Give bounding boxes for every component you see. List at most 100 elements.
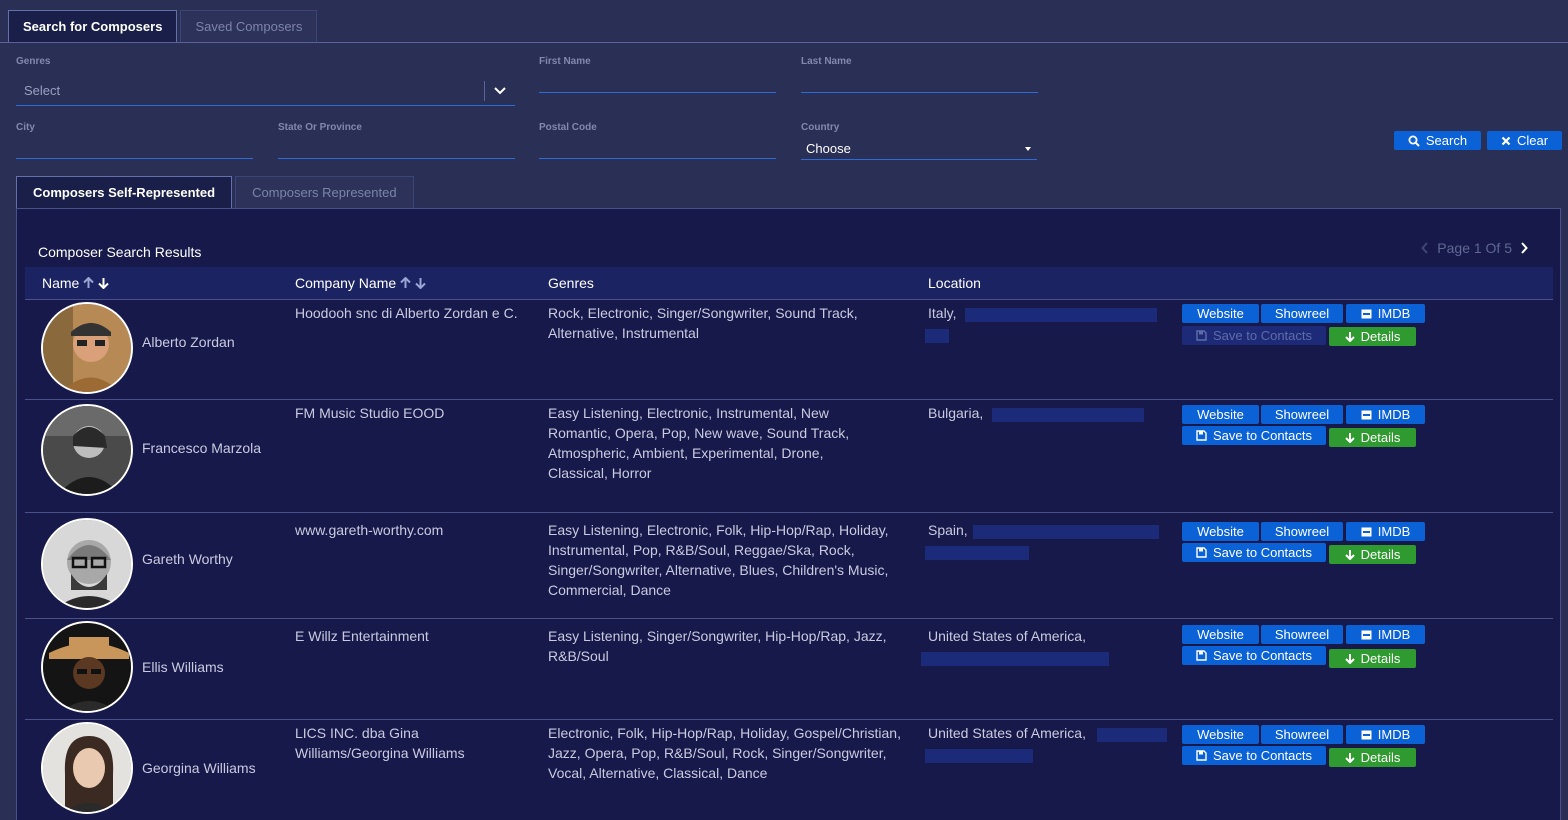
website-label: Website (1197, 627, 1244, 642)
arrow-down-icon (1344, 550, 1355, 560)
showreel-button[interactable]: Showreel (1261, 625, 1343, 644)
details-button[interactable]: Details (1329, 428, 1416, 447)
website-label: Website (1197, 524, 1244, 539)
sort-up-icon[interactable] (400, 277, 411, 289)
tab-search-composers[interactable]: Search for Composers (8, 10, 178, 43)
last-name-field[interactable] (801, 73, 1038, 93)
postal-code-label: Postal Code (539, 122, 597, 133)
search-button[interactable]: Search (1394, 131, 1481, 150)
details-button[interactable]: Details (1329, 545, 1416, 564)
imdb-icon (1361, 309, 1372, 318)
website-button[interactable]: Website (1182, 725, 1259, 744)
website-button[interactable]: Website (1182, 304, 1259, 323)
composer-name[interactable]: Georgina Williams (142, 760, 256, 776)
save-to-contacts-button[interactable]: Save to Contacts (1182, 543, 1326, 562)
imdb-icon (1361, 630, 1372, 639)
search-label: Search (1425, 133, 1468, 148)
composer-name[interactable]: Alberto Zordan (142, 334, 235, 350)
column-company[interactable]: Company Name (295, 267, 426, 299)
avatar (41, 722, 133, 814)
tab-divider (0, 42, 1568, 43)
showreel-button[interactable]: Showreel (1261, 522, 1343, 541)
genres-select[interactable]: Select (16, 76, 515, 106)
country-select[interactable]: Choose (801, 138, 1037, 160)
location-text: Italy, (928, 305, 957, 321)
company-name: FM Music Studio EOOD (295, 405, 445, 421)
imdb-button[interactable]: IMDB (1346, 304, 1425, 323)
table-row: Ellis Williams E Willz Entertainment Eas… (25, 619, 1553, 720)
country-label: Country (801, 122, 840, 133)
imdb-button[interactable]: IMDB (1346, 405, 1425, 424)
save-to-contacts-button[interactable]: Save to Contacts (1182, 746, 1326, 765)
postal-code-field[interactable] (539, 139, 776, 159)
city-field[interactable] (16, 139, 253, 159)
tab-saved-composers[interactable]: Saved Composers (180, 10, 318, 43)
results-tabs: Composers Self-Represented Composers Rep… (16, 176, 417, 209)
showreel-button[interactable]: Showreel (1261, 405, 1343, 424)
avatar (41, 404, 133, 496)
tab-represented[interactable]: Composers Represented (235, 176, 414, 209)
imdb-icon (1361, 527, 1372, 536)
chevron-right-icon[interactable] (1520, 242, 1528, 254)
column-location: Location (928, 275, 981, 291)
save-to-contacts-button[interactable]: Save to Contacts (1182, 326, 1326, 345)
results-title: Composer Search Results (38, 244, 202, 260)
country-value: Choose (806, 141, 851, 156)
imdb-button[interactable]: IMDB (1346, 625, 1425, 644)
genres-list: Easy Listening, Singer/Songwriter, Hip-H… (548, 628, 887, 664)
save-to-contacts-button[interactable]: Save to Contacts (1182, 646, 1326, 665)
tab-self-represented[interactable]: Composers Self-Represented (16, 176, 233, 209)
avatar (41, 302, 133, 394)
clear-button[interactable]: Clear (1487, 131, 1562, 150)
website-label: Website (1197, 407, 1244, 422)
table-row: Alberto Zordan Hoodooh snc di Alberto Zo… (25, 300, 1553, 400)
save-to-contacts-button[interactable]: Save to Contacts (1182, 426, 1326, 445)
table-row: Francesco Marzola FM Music Studio EOOD E… (25, 400, 1553, 513)
website-button[interactable]: Website (1182, 405, 1259, 424)
composer-name[interactable]: Gareth Worthy (142, 551, 233, 567)
composer-name[interactable]: Ellis Williams (142, 659, 224, 675)
sort-down-icon[interactable] (415, 277, 426, 289)
chevron-left-icon[interactable] (1421, 242, 1429, 254)
genres-list: Rock, Electronic, Singer/Songwriter, Sou… (548, 305, 858, 341)
company-name: www.gareth-worthy.com (295, 522, 444, 538)
details-label: Details (1360, 329, 1401, 344)
details-button[interactable]: Details (1329, 748, 1416, 767)
website-label: Website (1197, 306, 1244, 321)
save-label: Save to Contacts (1213, 545, 1312, 560)
arrow-down-icon (1344, 433, 1355, 443)
arrow-down-icon (1344, 332, 1355, 342)
genres-placeholder: Select (24, 83, 61, 98)
first-name-field[interactable] (539, 73, 776, 93)
imdb-button[interactable]: IMDB (1346, 725, 1425, 744)
location-text: United States of America, (928, 628, 1086, 644)
website-button[interactable]: Website (1182, 625, 1259, 644)
location-text: United States of America, (928, 725, 1086, 741)
state-field[interactable] (278, 139, 515, 159)
save-icon (1196, 750, 1207, 761)
details-button[interactable]: Details (1329, 649, 1416, 668)
save-label: Save to Contacts (1213, 328, 1312, 343)
column-name[interactable]: Name (42, 267, 110, 299)
sort-up-icon[interactable] (83, 277, 95, 289)
imdb-label: IMDB (1377, 627, 1411, 642)
company-name: E Willz Entertainment (295, 628, 429, 644)
imdb-button[interactable]: IMDB (1346, 522, 1425, 541)
composer-name[interactable]: Francesco Marzola (142, 440, 261, 456)
imdb-label: IMDB (1377, 524, 1411, 539)
save-icon (1196, 430, 1207, 441)
clear-label: Clear (1516, 133, 1549, 148)
website-button[interactable]: Website (1182, 522, 1259, 541)
imdb-label: IMDB (1377, 407, 1411, 422)
showreel-button[interactable]: Showreel (1261, 725, 1343, 744)
chevron-down-icon[interactable] (485, 86, 515, 95)
showreel-label: Showreel (1274, 306, 1330, 321)
details-label: Details (1360, 750, 1401, 765)
showreel-label: Showreel (1274, 407, 1330, 422)
details-button[interactable]: Details (1329, 327, 1416, 346)
city-label: City (16, 122, 35, 133)
showreel-button[interactable]: Showreel (1261, 304, 1343, 323)
redacted-text (921, 652, 1109, 666)
sort-down-icon[interactable] (98, 277, 110, 289)
genres-list: Easy Listening, Electronic, Instrumental… (548, 405, 850, 481)
